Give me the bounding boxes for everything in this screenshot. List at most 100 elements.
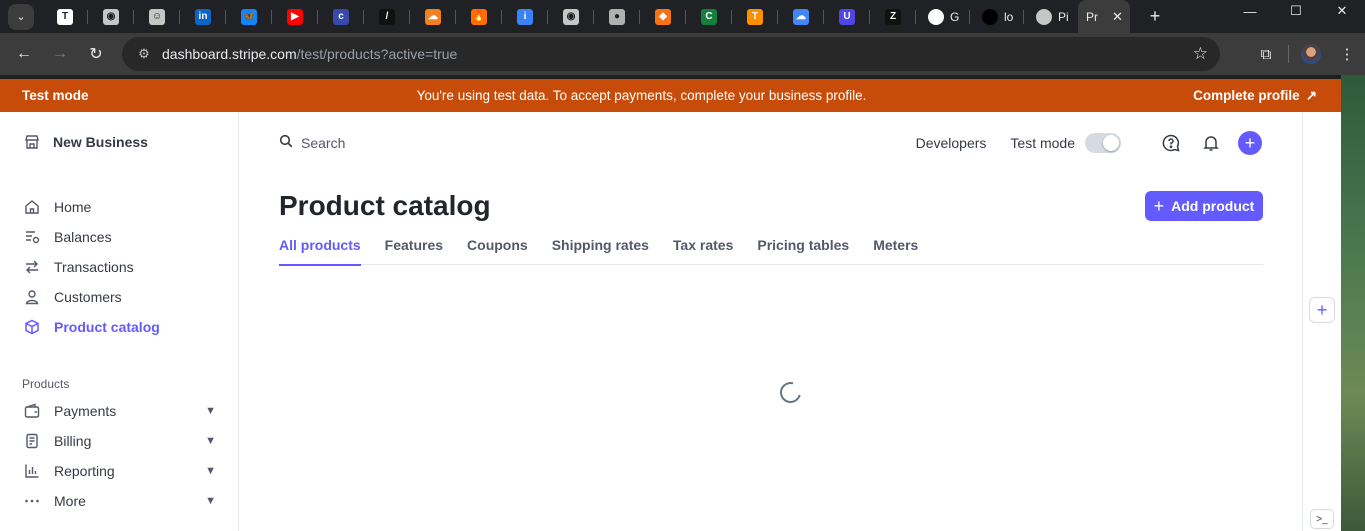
browser-tab[interactable]: lo xyxy=(970,0,1024,33)
test-mode-label: Test mode xyxy=(1010,135,1075,151)
reload-button[interactable]: ↻ xyxy=(78,36,114,72)
invoice-icon xyxy=(24,433,40,449)
vercel-icon xyxy=(982,8,998,25)
create-plus-button[interactable]: + xyxy=(1238,131,1262,155)
minimize-icon[interactable]: — xyxy=(1227,0,1273,22)
zendesk-icon: Z xyxy=(885,8,901,25)
add-panel-button[interactable]: + xyxy=(1309,297,1335,323)
address-bar[interactable]: ⚙ dashboard.stripe.com/test/products?act… xyxy=(122,37,1220,71)
browser-tab[interactable]: Pi xyxy=(1024,0,1078,33)
sidebar-item-reporting[interactable]: Reporting ▼ xyxy=(24,463,216,479)
sidebar-item-more[interactable]: More ▼ xyxy=(24,493,216,509)
desktop-background-strip xyxy=(1341,75,1365,531)
extensions-icon[interactable]: ⧉ xyxy=(1248,46,1284,63)
browser-tab[interactable]: ☁ xyxy=(410,0,456,33)
browser-tab[interactable]: Z xyxy=(870,0,916,33)
browser-tab[interactable]: / xyxy=(364,0,410,33)
browser-tab[interactable]: ◉ xyxy=(88,0,134,33)
topbar-actions: Developers Test mode xyxy=(916,131,1263,155)
browser-tab[interactable]: U xyxy=(824,0,870,33)
browser-tab-title: G xyxy=(950,9,960,24)
copilot-icon: ☺ xyxy=(149,8,165,25)
profile-avatar[interactable] xyxy=(1301,44,1321,64)
browser-tab[interactable]: ▶ xyxy=(272,0,318,33)
tab-features[interactable]: Features xyxy=(385,237,443,265)
developers-link[interactable]: Developers xyxy=(916,135,987,151)
sidebar-item-home[interactable]: Home xyxy=(24,199,216,215)
browser-tab-title: Pi xyxy=(1058,9,1069,24)
browser-tab[interactable]: 🦋 xyxy=(226,0,272,33)
terminal-icon[interactable]: >_ xyxy=(1310,509,1334,529)
back-button[interactable]: ← xyxy=(6,36,42,72)
reload-icon: ↻ xyxy=(89,46,103,63)
tab-tax-rates[interactable]: Tax rates xyxy=(673,237,733,265)
browser-tab[interactable]: ◉ xyxy=(548,0,594,33)
browser-menu-icon[interactable]: ⋮ xyxy=(1329,45,1365,63)
right-rail: + >_ xyxy=(1302,112,1341,531)
browser-tab[interactable]: i xyxy=(502,0,548,33)
search-input[interactable]: Search xyxy=(279,134,345,151)
complete-profile-link[interactable]: Complete profile ↗ xyxy=(1193,88,1317,104)
browser-tab[interactable]: T xyxy=(732,0,778,33)
url-text[interactable]: dashboard.stripe.com/test/products?activ… xyxy=(162,46,457,62)
close-window-icon[interactable]: ✕ xyxy=(1319,0,1365,22)
sidebar-item-label: Home xyxy=(54,199,92,215)
tab-coupons[interactable]: Coupons xyxy=(467,237,528,265)
new-tab-button[interactable]: + xyxy=(1140,0,1170,33)
google-icon xyxy=(928,8,944,25)
person-icon xyxy=(24,289,40,305)
c-logo-icon: c xyxy=(333,8,349,25)
browser-tab[interactable]: 🔥 xyxy=(456,0,502,33)
sidebar-item-customers[interactable]: Customers xyxy=(24,289,216,305)
wallet-icon xyxy=(24,403,40,419)
dictionary-icon: T xyxy=(57,8,73,25)
bell-icon[interactable] xyxy=(1199,131,1223,155)
browser-tab[interactable]: c xyxy=(318,0,364,33)
browser-tab-title: lo xyxy=(1004,9,1014,24)
browser-tab[interactable]: ◆ xyxy=(640,0,686,33)
add-product-button[interactable]: + Add product xyxy=(1145,191,1263,221)
linkedin-icon: in xyxy=(195,8,211,25)
toolbar-right: ⧉ ⋮ xyxy=(1248,33,1365,75)
cookie-icon: ● xyxy=(609,8,625,25)
youtube-icon: ▶ xyxy=(287,8,303,25)
google-cloud-icon: ☁ xyxy=(793,8,809,25)
sidebar-item-transactions[interactable]: Transactions xyxy=(24,259,216,275)
sidebar-item-label: Transactions xyxy=(54,259,134,275)
bookmark-star-icon[interactable]: ☆ xyxy=(1193,44,1208,64)
forward-arrow-icon: → xyxy=(52,45,68,62)
close-tab-icon[interactable]: ✕ xyxy=(1112,9,1123,25)
tab-meters[interactable]: Meters xyxy=(873,237,918,265)
browser-tabstrip: ⌄ T ◉ ☺ in 🦋 ▶ c / ☁ 🔥 i ◉ ● ◆ C T ☁ U Z Glo Pi Pr ✕ + — ☐ ✕ xyxy=(0,0,1365,33)
sidebar-item-label: Customers xyxy=(54,289,122,305)
browser-tab[interactable]: C xyxy=(686,0,732,33)
sidebar-item-product-catalog[interactable]: Product catalog xyxy=(24,319,216,335)
codacy-icon: C xyxy=(701,8,717,25)
browser-tab[interactable]: ☺ xyxy=(134,0,180,33)
browser-tab[interactable]: ● xyxy=(594,0,640,33)
back-arrow-icon: ← xyxy=(16,45,32,62)
box-icon: ◆ xyxy=(655,8,671,25)
tab-shipping-rates[interactable]: Shipping rates xyxy=(552,237,649,265)
maximize-icon[interactable]: ☐ xyxy=(1273,0,1319,22)
sidebar-item-balances[interactable]: Balances xyxy=(24,229,216,245)
tab-all-products[interactable]: All products xyxy=(279,237,361,266)
globe-icon: ◉ xyxy=(103,8,119,25)
forward-button[interactable]: → xyxy=(42,36,78,72)
transactions-icon xyxy=(24,259,40,275)
test-mode-toggle[interactable] xyxy=(1085,133,1121,153)
business-switcher[interactable]: New Business xyxy=(24,134,148,150)
sidebar-item-billing[interactable]: Billing ▼ xyxy=(24,433,216,449)
browser-tab[interactable]: ☁ xyxy=(778,0,824,33)
sidebar-item-payments[interactable]: Payments ▼ xyxy=(24,403,216,419)
tab-search-button[interactable]: ⌄ xyxy=(8,3,34,30)
help-icon[interactable] xyxy=(1159,131,1183,155)
browser-tab[interactable]: G xyxy=(916,0,970,33)
browser-tab[interactable]: in xyxy=(180,0,226,33)
url-path: /test/products?active=true xyxy=(296,46,458,62)
dashboard: New Business Home Balances Transactions … xyxy=(0,112,1341,531)
tab-pricing-tables[interactable]: Pricing tables xyxy=(757,237,849,265)
browser-tab[interactable]: T xyxy=(42,0,88,33)
site-info-icon[interactable]: ⚙ xyxy=(126,46,162,62)
active-tab[interactable]: Pr ✕ xyxy=(1078,0,1130,33)
